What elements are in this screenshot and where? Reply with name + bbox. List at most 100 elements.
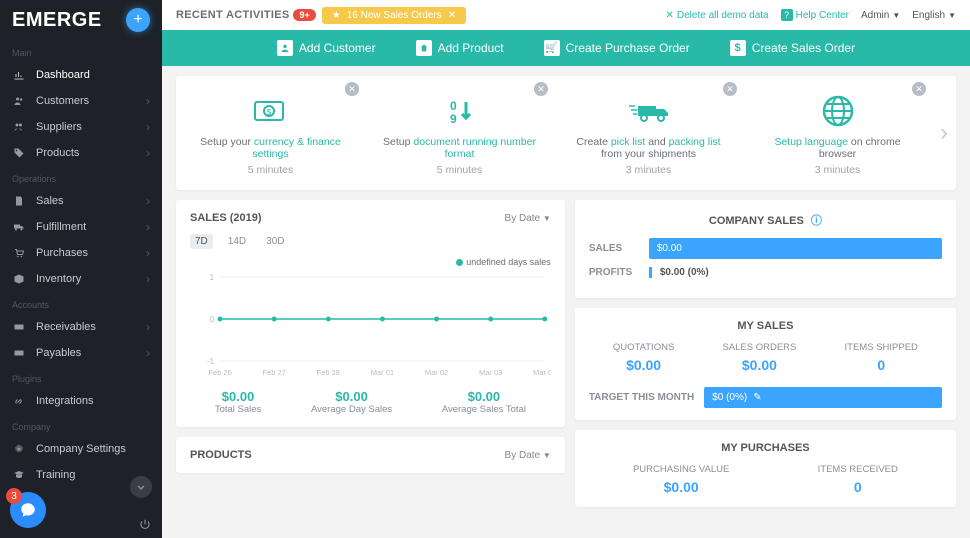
chevron-right-icon: › [146, 272, 150, 286]
setup-link[interactable]: packing list [669, 136, 721, 148]
stat-label: SALES ORDERS [722, 342, 796, 353]
nav-section-title: Company [0, 418, 162, 436]
svg-text:Feb 28: Feb 28 [317, 368, 340, 377]
close-icon[interactable]: ✕ [723, 82, 737, 96]
chevron-right-icon: › [146, 320, 150, 334]
money-out-icon [12, 346, 26, 360]
next-arrow-button[interactable]: › [932, 76, 956, 190]
collapse-sidebar-button[interactable] [130, 476, 152, 498]
create-po-button[interactable]: 🛒 Create Purchase Order [544, 40, 690, 56]
range-tab-7d[interactable]: 7D [190, 234, 213, 249]
close-icon[interactable]: ✕ [912, 82, 926, 96]
sidebar-item-purchases[interactable]: Purchases› [0, 240, 162, 266]
sales-stat: $0.00Average Day Sales [311, 389, 392, 415]
sidebar-item-receivables[interactable]: Receivables› [0, 314, 162, 340]
svg-text:Mar 02: Mar 02 [425, 368, 448, 377]
my-sales-panel: MY SALES QUOTATIONS$0.00 SALES ORDERS$0.0… [575, 308, 956, 420]
caret-down-icon: ▼ [892, 11, 900, 20]
admin-menu[interactable]: Admin ▼ [861, 10, 900, 21]
setup-card: ✕Create pick list and packing list from … [554, 76, 743, 190]
sales-panel: SALES (2019) By Date ▼ 7D14D30D undefine… [176, 200, 565, 427]
setup-link[interactable]: document running number format [413, 136, 536, 160]
setup-link[interactable]: Setup language [774, 136, 848, 148]
sidebar-item-inventory[interactable]: Inventory› [0, 266, 162, 292]
stat-label: Average Day Sales [311, 404, 392, 415]
sales-sort-button[interactable]: By Date ▼ [505, 213, 551, 224]
banner-text: 16 New Sales Orders [347, 10, 442, 21]
setup-time: 5 minutes [188, 164, 353, 176]
nav-label: Sales [36, 195, 64, 207]
power-icon[interactable] [138, 518, 152, 532]
stat-label: QUOTATIONS [613, 342, 674, 353]
stat-value: $0.00 [633, 479, 729, 495]
sidebar-item-fulfillment[interactable]: Fulfillment› [0, 214, 162, 240]
setup-text: Setup document running number format [377, 136, 542, 160]
setup-card: ✕09Setup document running number format5… [365, 76, 554, 190]
new-orders-banner[interactable]: ★ 16 New Sales Orders ✕ [322, 7, 466, 24]
nav-label: Payables [36, 347, 81, 359]
products-sort-button[interactable]: By Date ▼ [505, 450, 551, 461]
sidebar-item-company-settings[interactable]: Company Settings [0, 436, 162, 462]
sales-label: SALES [589, 243, 649, 254]
sidebar-item-integrations[interactable]: Integrations [0, 388, 162, 414]
close-icon[interactable]: ✕ [345, 82, 359, 96]
svg-text:Mar 04: Mar 04 [533, 368, 551, 377]
delete-demo-link[interactable]: ✕ Delete all demo data [666, 10, 769, 21]
my-purchases-title: MY PURCHASES [589, 442, 942, 454]
sidebar-item-customers[interactable]: Customers› [0, 88, 162, 114]
setup-link[interactable]: currency & finance settings [252, 136, 340, 160]
close-icon[interactable]: ✕ [448, 10, 456, 21]
sidebar-item-sales[interactable]: Sales› [0, 188, 162, 214]
chevron-right-icon: › [146, 146, 150, 160]
my-sales-stat: ITEMS SHIPPED 0 [845, 342, 918, 373]
nav-label: Training [36, 469, 75, 481]
setup-card: ✕$Setup your currency & finance settings… [176, 76, 365, 190]
stat-value: 0 [818, 479, 898, 495]
caret-down-icon: ▼ [543, 451, 551, 460]
sidebar-item-payables[interactable]: Payables› [0, 340, 162, 366]
my-sales-title: MY SALES [589, 320, 942, 332]
recent-activities-label: RECENT ACTIVITIES [176, 9, 289, 21]
language-menu[interactable]: English ▼ [912, 10, 956, 21]
range-tab-30d[interactable]: 30D [261, 234, 289, 249]
sales-chart: -101Feb 26Feb 27Feb 28Mar 01Mar 02Mar 03… [190, 271, 551, 381]
add-button[interactable]: + [126, 8, 150, 32]
setup-link[interactable]: pick list [611, 136, 645, 148]
money-icon: $ [188, 94, 353, 128]
stat-label: ITEMS RECEIVED [818, 464, 898, 475]
sidebar-item-products[interactable]: Products› [0, 140, 162, 166]
info-icon[interactable]: ⓘ [811, 215, 822, 227]
add-customer-button[interactable]: Add Customer [277, 40, 376, 56]
my-purchases-panel: MY PURCHASES PURCHASING VALUE$0.00 ITEMS … [575, 430, 956, 507]
target-button[interactable]: $0 (0%) ✎ [704, 387, 942, 408]
products-panel-title: PRODUCTS [190, 449, 252, 461]
nav-label: Purchases [36, 247, 88, 259]
stat-value: 0 [845, 357, 918, 373]
help-center-link[interactable]: ? Help Center [781, 9, 849, 21]
my-sales-stat: QUOTATIONS$0.00 [613, 342, 674, 373]
setup-card: ✕Setup language on chrome browser3 minut… [743, 76, 932, 190]
pencil-icon: ✎ [753, 392, 761, 403]
truck-icon [12, 220, 26, 234]
chevron-right-icon: › [146, 94, 150, 108]
add-product-button[interactable]: Add Product [416, 40, 504, 56]
person-icon [277, 40, 293, 56]
sidebar-item-dashboard[interactable]: Dashboard [0, 62, 162, 88]
stat-label: ITEMS SHIPPED [845, 342, 918, 353]
recent-activities-badge: 9+ [293, 9, 315, 21]
range-tab-14d[interactable]: 14D [223, 234, 251, 249]
my-sales-stat: SALES ORDERS$0.00 [722, 342, 796, 373]
my-purchases-stat: PURCHASING VALUE$0.00 [633, 464, 729, 495]
caret-down-icon: ▼ [543, 214, 551, 223]
nav-label: Company Settings [36, 443, 126, 455]
svg-text:1: 1 [210, 273, 215, 282]
file-icon [12, 194, 26, 208]
svg-text:0: 0 [210, 315, 215, 324]
nav-label: Suppliers [36, 121, 82, 133]
close-icon[interactable]: ✕ [534, 82, 548, 96]
sidebar-item-suppliers[interactable]: Suppliers› [0, 114, 162, 140]
target-label: TARGET THIS MONTH [589, 392, 694, 403]
sales-value: $0.00 [649, 238, 942, 259]
company-sales-panel: COMPANY SALES ⓘ SALES $0.00 PROFITS $0.0… [575, 200, 956, 298]
create-so-button[interactable]: $ Create Sales Order [730, 40, 855, 56]
